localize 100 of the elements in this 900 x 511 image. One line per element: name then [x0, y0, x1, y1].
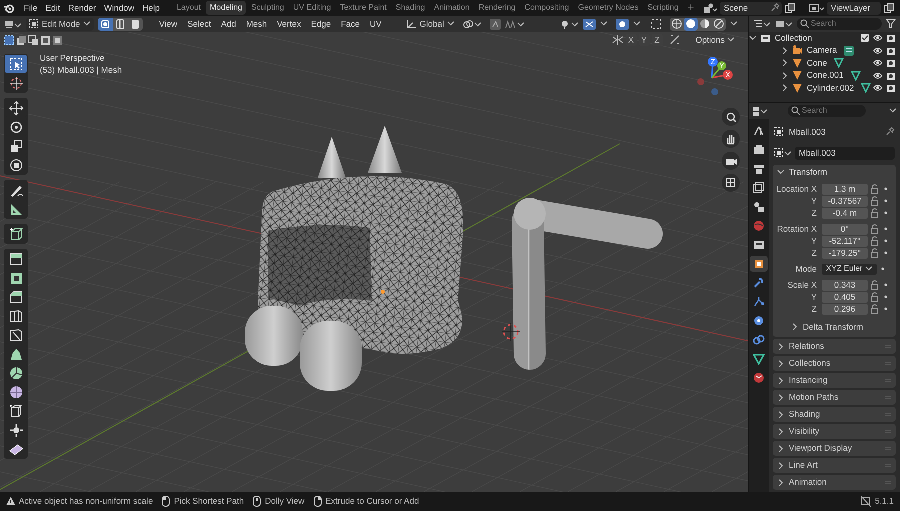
number-field[interactable]: -52.117°: [822, 236, 868, 246]
drag-handle-icon[interactable]: [884, 480, 892, 486]
gizmo-options-icon[interactable]: [600, 20, 608, 28]
editor-type-icon[interactable]: [4, 18, 22, 30]
eye-icon[interactable]: [873, 83, 883, 94]
menu-item[interactable]: Edge: [307, 18, 336, 30]
keyframe-dot-icon[interactable]: [883, 238, 889, 244]
drag-handle-icon[interactable]: [884, 446, 892, 452]
selection-mode-icon[interactable]: [16, 34, 27, 46]
menu-item[interactable]: Help: [139, 2, 163, 14]
eye-icon[interactable]: [873, 33, 883, 44]
mirror-axis-toggle[interactable]: Y: [638, 34, 650, 46]
menu-item[interactable]: Select: [184, 18, 216, 30]
outliner-item[interactable]: Camera: [807, 44, 838, 58]
number-field[interactable]: -0.4 m: [822, 208, 868, 218]
number-field[interactable]: 0.405: [822, 292, 868, 302]
data-properties-tab[interactable]: [750, 351, 768, 367]
new-view-layer-icon[interactable]: [884, 2, 895, 14]
keyframe-dot-icon[interactable]: [883, 306, 889, 312]
outliner-item[interactable]: Cylinder.002: [807, 82, 854, 95]
menu-item[interactable]: Face: [337, 18, 364, 30]
select-mode-face-button[interactable]: [128, 18, 144, 30]
outliner-item[interactable]: Collection: [775, 32, 812, 45]
mirror-axis-toggle[interactable]: X: [626, 34, 637, 46]
orientation-dropdown[interactable]: Global: [404, 18, 458, 30]
scene-icon[interactable]: [703, 2, 717, 14]
checkbox-icon[interactable]: [860, 33, 870, 44]
menu-item[interactable]: File: [21, 2, 41, 14]
lock-icon[interactable]: [871, 184, 880, 194]
mesh-model-drawing[interactable]: [245, 126, 464, 391]
view-layer-icon[interactable]: [809, 2, 824, 14]
number-field[interactable]: -0.37567: [822, 196, 868, 206]
keyframe-dot-icon[interactable]: [883, 294, 889, 300]
object-properties-tab[interactable]: [750, 256, 768, 272]
view-layer-field[interactable]: ViewLayer: [827, 2, 881, 14]
mode-dropdown[interactable]: Edit Mode: [26, 18, 94, 30]
workspace-tab[interactable]: Geometry Nodes: [574, 1, 643, 15]
workspace-tab[interactable]: Sculpting: [247, 1, 288, 15]
snap-icon[interactable]: [490, 18, 502, 30]
menu-item[interactable]: Window: [101, 2, 138, 14]
lock-icon[interactable]: [871, 304, 880, 314]
xray-icon[interactable]: [651, 18, 662, 30]
menu-item[interactable]: Mesh: [242, 18, 272, 30]
material-shading-button[interactable]: [698, 18, 712, 30]
lock-icon[interactable]: [871, 248, 880, 258]
editor-type-icon[interactable]: [752, 106, 768, 116]
keyframe-dot-icon[interactable]: [883, 186, 889, 192]
menu-item[interactable]: Edit: [42, 2, 64, 14]
options-icon[interactable]: [889, 107, 897, 115]
search-field[interactable]: Search: [797, 18, 882, 30]
number-field[interactable]: -179.25°: [822, 248, 868, 258]
selection-mode-icon[interactable]: [28, 34, 39, 46]
camera-render-icon[interactable]: [886, 46, 896, 56]
drag-handle-icon[interactable]: [884, 344, 892, 350]
drag-handle-icon[interactable]: [884, 394, 892, 400]
workspace-tab[interactable]: Animation: [430, 1, 474, 15]
auto-merge-icon[interactable]: [668, 34, 681, 46]
workspace-tab[interactable]: Layout: [172, 1, 205, 15]
new-scene-icon[interactable]: [785, 2, 796, 14]
gizmo-toggle-icon[interactable]: [583, 18, 596, 30]
pipe-model-drawing[interactable]: [512, 198, 663, 370]
display-mode-icon[interactable]: [753, 19, 771, 29]
scene-field[interactable]: Scene: [720, 2, 782, 14]
menu-item[interactable]: Vertex: [273, 18, 306, 30]
keyframe-dot-icon[interactable]: [883, 198, 889, 204]
select-mode-vertex-button[interactable]: [98, 18, 114, 30]
visibility-filter-icon[interactable]: [560, 18, 579, 30]
keyframe-dot-icon[interactable]: [883, 226, 889, 232]
workspace-tab[interactable]: Scripting: [644, 1, 683, 15]
lock-icon[interactable]: [871, 236, 880, 246]
lock-icon[interactable]: [871, 224, 880, 234]
lock-icon[interactable]: [871, 292, 880, 302]
proportional-editing-icon[interactable]: [505, 18, 526, 30]
camera-render-icon[interactable]: [886, 70, 896, 81]
pivot-point-icon[interactable]: [462, 18, 482, 30]
number-field[interactable]: 0°: [822, 224, 868, 234]
filter-icon[interactable]: [886, 19, 896, 29]
workspace-tab[interactable]: Shading: [392, 1, 430, 15]
overlay-toggle-icon[interactable]: [616, 18, 629, 30]
eye-icon[interactable]: [873, 58, 883, 68]
drag-handle-icon[interactable]: [884, 428, 892, 434]
outliner-item[interactable]: Cone: [807, 56, 828, 70]
camera-render-icon[interactable]: [886, 58, 896, 68]
shading-options-icon[interactable]: [730, 20, 738, 28]
workspace-tab[interactable]: Compositing: [520, 1, 574, 15]
keyframe-dot-icon[interactable]: [883, 282, 889, 288]
menu-item[interactable]: Add: [217, 18, 240, 30]
workspace-tab[interactable]: Texture Paint: [336, 1, 391, 15]
camera-render-icon[interactable]: [886, 33, 896, 44]
lock-icon[interactable]: [871, 196, 880, 206]
search-field[interactable]: Search: [788, 105, 866, 117]
add-workspace-button[interactable]: +: [684, 0, 698, 16]
number-field[interactable]: 0.343: [822, 280, 868, 290]
subpanel-title[interactable]: Delta Transform: [803, 320, 864, 334]
object-type-icon[interactable]: [774, 148, 792, 158]
panel-title[interactable]: Transform: [789, 166, 828, 178]
zoom-button[interactable]: [722, 108, 740, 126]
filter-mode-icon[interactable]: [775, 19, 793, 29]
pin-icon[interactable]: [885, 127, 895, 137]
hand-button[interactable]: [722, 130, 740, 148]
